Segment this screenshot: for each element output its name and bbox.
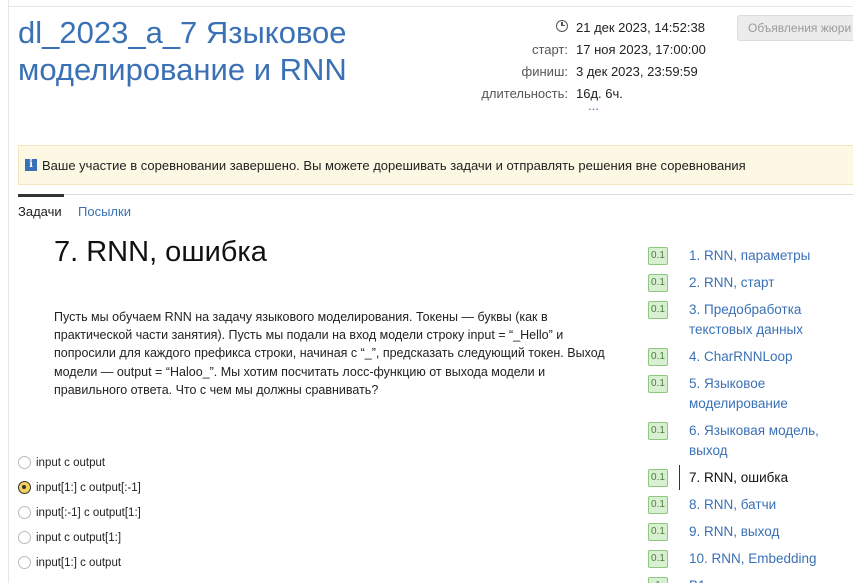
score-badge: 0.1: [648, 247, 668, 265]
problem-link[interactable]: 1. RNN, параметры: [689, 244, 810, 266]
problem-list-item[interactable]: 0.1 5. Языковое моделирование: [648, 372, 853, 419]
score-badge: 1: [648, 577, 668, 583]
contest-title: dl_2023_a_7 Языковое моделирование и RNN: [18, 15, 347, 87]
score-badge: 0.1: [648, 375, 668, 393]
answer-option[interactable]: input с output: [18, 450, 141, 475]
problem-link[interactable]: 9. RNN, выход: [689, 520, 779, 542]
problem-link[interactable]: 4. CharRNNLoop: [689, 345, 793, 367]
duration-label: длительность:: [481, 85, 568, 101]
page-left-border: [8, 0, 9, 583]
problem-title: 7. RNN, ошибка: [54, 236, 267, 268]
answer-option-label: input[1:] с output: [36, 556, 122, 569]
finish-time: 3 дек 2023, 23:59:59: [576, 63, 698, 79]
problem-list-item[interactable]: 0.1 8. RNN, батчи: [648, 493, 853, 520]
problem-link[interactable]: 2. RNN, старт: [689, 271, 774, 293]
current-time: 21 дек 2023, 14:52:38: [576, 19, 705, 35]
tab-problems[interactable]: Задачи: [18, 204, 62, 219]
problem-link[interactable]: 6. Языковая модель, выход: [689, 419, 824, 461]
problem-list-sidebar: 0.1 1. RNN, параметры 0.1 2. RNN, старт …: [648, 244, 853, 583]
answer-option[interactable]: input[1:] с output[:-1]: [18, 475, 141, 500]
problem-link[interactable]: 10. RNN, Embedding: [689, 547, 817, 569]
finish-label: финиш:: [521, 63, 568, 79]
score-badge: 0.1: [648, 496, 668, 514]
start-label: старт:: [531, 41, 568, 57]
answer-option-label: input[:-1] с output[1:]: [36, 506, 141, 519]
radio-button-selected[interactable]: [18, 481, 31, 494]
problem-list-item[interactable]: 1 B1: [648, 574, 853, 583]
clock-icon: [556, 19, 568, 32]
jury-announcements-button[interactable]: Объявления жюри: [737, 15, 853, 41]
answer-options: input с output input[1:] с output[:-1] i…: [18, 450, 141, 575]
radio-button[interactable]: [18, 556, 31, 569]
answer-option-label: input с output: [36, 456, 106, 469]
problem-link[interactable]: 3. Предобработка текстовых данных: [689, 298, 819, 340]
score-badge: 0.1: [648, 523, 668, 541]
active-tab-indicator: [18, 194, 64, 197]
answer-option[interactable]: input с output[1:]: [18, 525, 141, 550]
active-item-indicator: [679, 465, 680, 490]
info-icon: i: [25, 159, 37, 171]
radio-button[interactable]: [18, 531, 31, 544]
problem-statement: Пусть мы обучаем RNN на задачу языкового…: [54, 310, 605, 397]
radio-button[interactable]: [18, 456, 31, 469]
tab-submissions[interactable]: Посылки: [78, 204, 131, 219]
answer-option-label: input с output[1:]: [36, 531, 122, 544]
problem-link[interactable]: 5. Языковое моделирование: [689, 372, 809, 414]
answer-option-label: input[1:] с output[:-1]: [36, 481, 141, 494]
problem-link[interactable]: 8. RNN, батчи: [689, 493, 776, 515]
contest-tabs: Задачи Посылки: [18, 194, 853, 226]
score-badge: 0.1: [648, 422, 668, 440]
problem-list-item[interactable]: 0.1 2. RNN, старт: [648, 271, 853, 298]
problem-list-item[interactable]: 0.1 4. CharRNNLoop: [648, 345, 853, 372]
problem-list-item[interactable]: 0.1 9. RNN, выход: [648, 520, 853, 547]
start-time: 17 ноя 2023, 17:00:00: [576, 41, 706, 57]
radio-button[interactable]: [18, 506, 31, 519]
problem-list-item[interactable]: 0.1 6. Языковая модель, выход: [648, 419, 853, 466]
score-badge: 0.1: [648, 274, 668, 292]
problem-list-item-active[interactable]: 0.1 7. RNN, ошибка: [648, 465, 853, 493]
answer-option[interactable]: input[:-1] с output[1:]: [18, 500, 141, 525]
meta-more-link[interactable]: ...: [588, 98, 599, 113]
problem-list-item[interactable]: 0.1 1. RNN, параметры: [648, 244, 853, 271]
problem-list-item[interactable]: 0.1 10. RNN, Embedding: [648, 547, 853, 574]
page-top-border: [8, 6, 853, 7]
score-badge: 0.1: [648, 550, 668, 568]
problem-link[interactable]: B1: [689, 574, 706, 583]
problem-link[interactable]: 7. RNN, ошибка: [689, 466, 788, 488]
contest-meta: 21 дек 2023, 14:52:38 старт: 17 ноя 2023…: [470, 16, 730, 104]
score-badge: 0.1: [648, 348, 668, 366]
score-badge: 0.1: [648, 469, 668, 487]
notice-text: Ваше участие в соревновании завершено. В…: [42, 157, 746, 173]
score-badge: 0.1: [648, 301, 668, 319]
duration-value: 16д. 6ч.: [576, 85, 623, 101]
answer-option[interactable]: input[1:] с output: [18, 550, 141, 575]
participation-notice: i Ваше участие в соревновании завершено.…: [18, 145, 853, 185]
problem-list-item[interactable]: 0.1 3. Предобработка текстовых данных: [648, 298, 853, 345]
